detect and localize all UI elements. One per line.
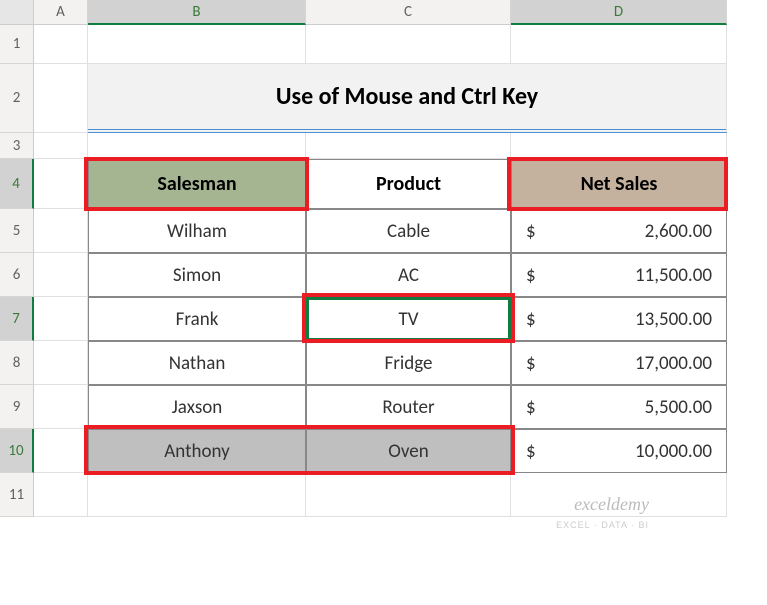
- cell-a7[interactable]: [34, 297, 88, 341]
- cell-d9[interactable]: $5,500.00: [511, 385, 727, 429]
- currency-symbol: $: [526, 220, 536, 243]
- row-header-5[interactable]: 5: [0, 209, 34, 253]
- currency-symbol: $: [526, 396, 536, 419]
- cell-a11[interactable]: [34, 473, 88, 517]
- cell-b9[interactable]: Jaxson: [88, 385, 306, 429]
- cell-d11[interactable]: [511, 473, 727, 517]
- cell-b10[interactable]: Anthony: [88, 429, 306, 473]
- cell-c8[interactable]: Fridge: [306, 341, 511, 385]
- cell-d8[interactable]: $17,000.00: [511, 341, 727, 385]
- row-header-7[interactable]: 7: [0, 297, 34, 341]
- cell-a2[interactable]: [34, 64, 88, 133]
- cell-d5[interactable]: $2,600.00: [511, 209, 727, 253]
- cell-b1[interactable]: [88, 25, 306, 64]
- cell-a3[interactable]: [34, 133, 88, 159]
- money-value: 2,600.00: [645, 220, 712, 243]
- col-header-c[interactable]: C: [306, 0, 511, 25]
- header-netsales[interactable]: Net Sales: [511, 159, 727, 209]
- row-header-9[interactable]: 9: [0, 385, 34, 429]
- cell-a4[interactable]: [34, 159, 88, 209]
- money-value: 10,000.00: [635, 440, 712, 463]
- cell-b11[interactable]: [88, 473, 306, 517]
- cell-c1[interactable]: [306, 25, 511, 64]
- cell-b3[interactable]: [88, 133, 306, 159]
- row-header-8[interactable]: 8: [0, 341, 34, 385]
- row-header-1[interactable]: 1: [0, 25, 34, 64]
- row-header-3[interactable]: 3: [0, 133, 34, 159]
- cell-c3[interactable]: [306, 133, 511, 159]
- cell-c5[interactable]: Cable: [306, 209, 511, 253]
- select-all-corner[interactable]: [0, 0, 34, 25]
- cell-b6[interactable]: Simon: [88, 253, 306, 297]
- row-header-10[interactable]: 10: [0, 429, 34, 473]
- cell-d3[interactable]: [511, 133, 727, 159]
- header-product[interactable]: Product: [306, 159, 511, 209]
- money-value: 13,500.00: [635, 308, 712, 331]
- currency-symbol: $: [526, 308, 536, 331]
- spreadsheet-grid: A B C D 1 2 Use of Mouse and Ctrl Key 3 …: [0, 0, 767, 517]
- currency-symbol: $: [526, 264, 536, 287]
- money-value: 5,500.00: [645, 396, 712, 419]
- currency-symbol: $: [526, 440, 536, 463]
- row-header-11[interactable]: 11: [0, 473, 34, 517]
- cell-a9[interactable]: [34, 385, 88, 429]
- cell-c11[interactable]: [306, 473, 511, 517]
- cell-c6[interactable]: AC: [306, 253, 511, 297]
- cell-c7-active[interactable]: TV: [306, 297, 511, 341]
- cell-b5[interactable]: Wilham: [88, 209, 306, 253]
- money-value: 11,500.00: [635, 264, 712, 287]
- cell-d1[interactable]: [511, 25, 727, 64]
- cell-c10[interactable]: Oven: [306, 429, 511, 473]
- currency-symbol: $: [526, 352, 536, 375]
- money-value: 17,000.00: [635, 352, 712, 375]
- cell-d6[interactable]: $11,500.00: [511, 253, 727, 297]
- cell-a6[interactable]: [34, 253, 88, 297]
- cell-c9[interactable]: Router: [306, 385, 511, 429]
- cell-b7[interactable]: Frank: [88, 297, 306, 341]
- header-salesman[interactable]: Salesman: [88, 159, 306, 209]
- col-header-d[interactable]: D: [511, 0, 727, 25]
- title-cell[interactable]: Use of Mouse and Ctrl Key: [88, 64, 727, 133]
- cell-b8[interactable]: Nathan: [88, 341, 306, 385]
- col-header-a[interactable]: A: [34, 0, 88, 25]
- row-header-2[interactable]: 2: [0, 64, 34, 133]
- col-header-b[interactable]: B: [88, 0, 306, 25]
- cell-a10[interactable]: [34, 429, 88, 473]
- watermark-subtitle: EXCEL · DATA · BI: [556, 520, 649, 530]
- cell-a1[interactable]: [34, 25, 88, 64]
- cell-d7[interactable]: $13,500.00: [511, 297, 727, 341]
- row-header-6[interactable]: 6: [0, 253, 34, 297]
- row-header-4[interactable]: 4: [0, 159, 34, 209]
- cell-d10[interactable]: $10,000.00: [511, 429, 727, 473]
- cell-a8[interactable]: [34, 341, 88, 385]
- cell-a5[interactable]: [34, 209, 88, 253]
